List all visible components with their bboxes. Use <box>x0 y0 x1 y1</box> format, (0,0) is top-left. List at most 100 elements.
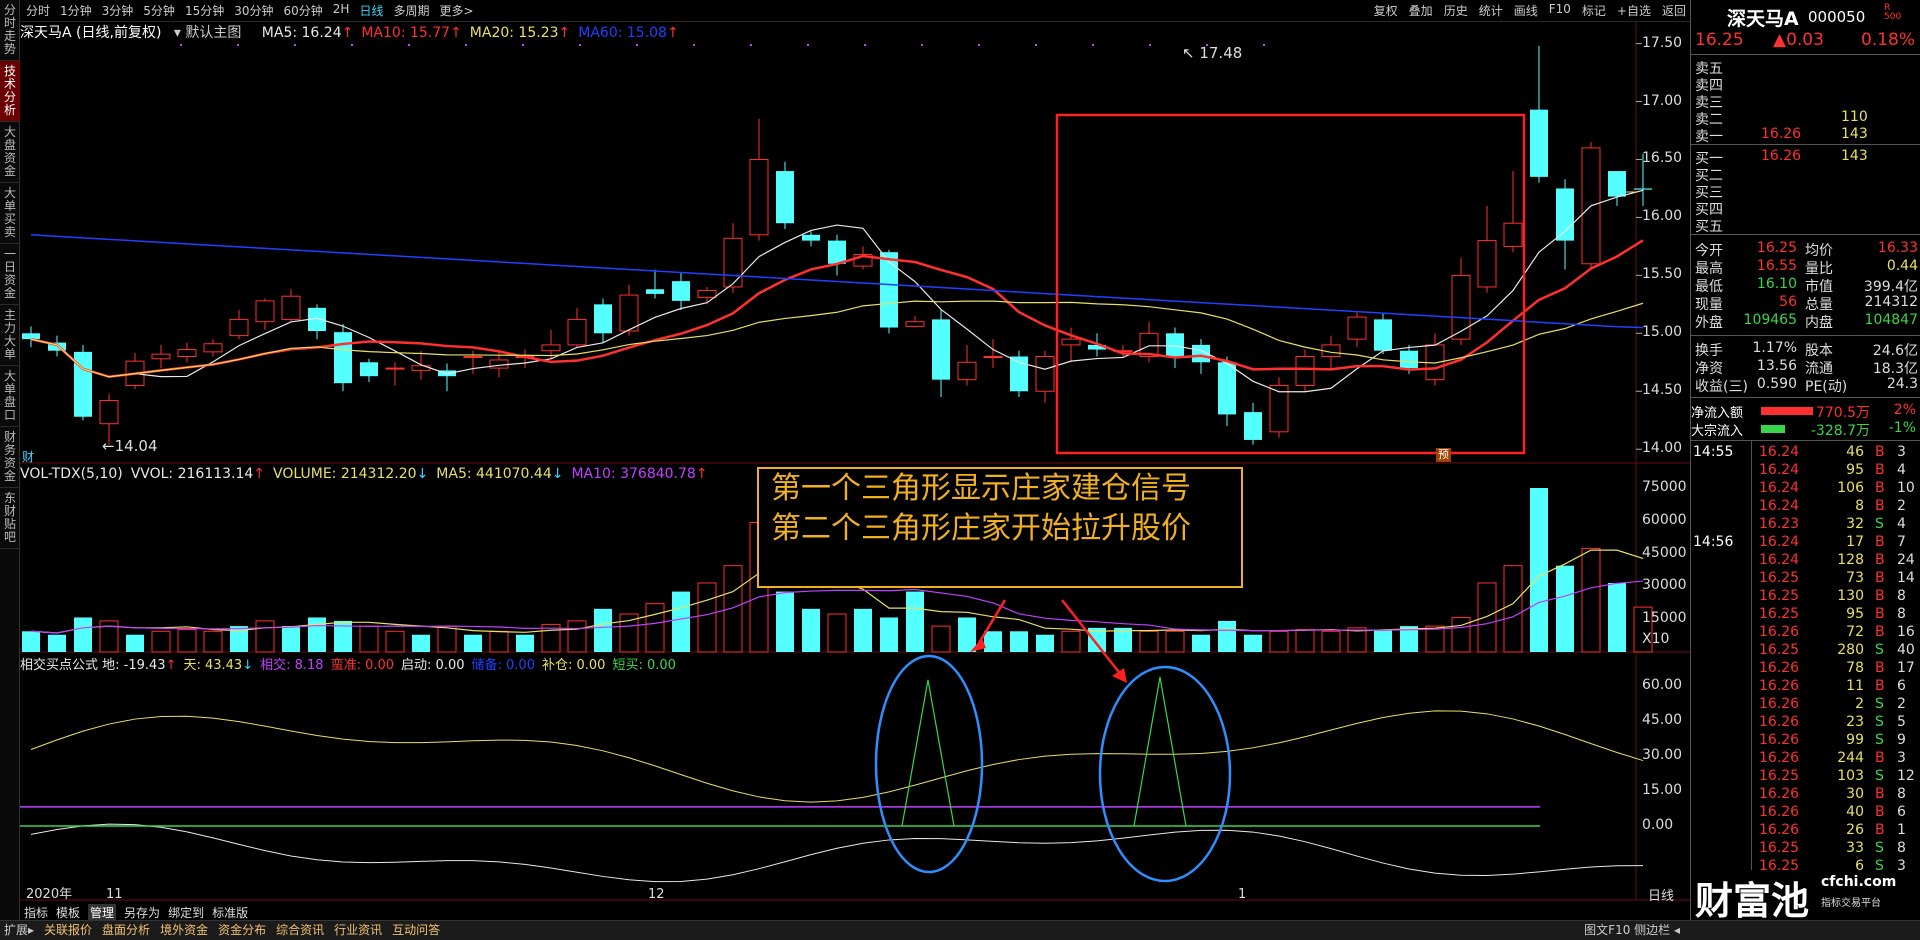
tick-price-21: 16.26 <box>1759 822 1800 838</box>
price-tick-label-7: 14.00 <box>1642 440 1683 457</box>
stat-l-2: 最低 <box>1695 279 1723 295</box>
flow-value-0: 770.5万 <box>1815 405 1870 421</box>
volume-bar <box>412 634 430 652</box>
status-tab-6[interactable]: 行业资讯 <box>334 921 382 940</box>
tick-price-0: 16.24 <box>1759 444 1800 460</box>
tick-bs-4: S <box>1875 516 1884 532</box>
tick-vol-13: 11 <box>1846 678 1864 694</box>
tick-price-11: 16.25 <box>1759 642 1800 658</box>
tick-bs-6: B <box>1875 552 1885 568</box>
candle-body <box>463 355 483 358</box>
stock-code: 000050 <box>1808 8 1866 26</box>
signal-dot <box>408 44 410 46</box>
separator <box>1691 397 1920 398</box>
signal-dot <box>636 44 638 46</box>
status-tab-5[interactable]: 综合资讯 <box>276 921 324 940</box>
candle-body <box>541 344 561 352</box>
volume-bar <box>1425 625 1445 653</box>
tick-vol-12: 78 <box>1846 660 1864 676</box>
status-tab-7[interactable]: 互动问答 <box>392 921 440 940</box>
stat2-l-1: 净资 <box>1695 361 1723 377</box>
tick-price-3: 16.24 <box>1759 498 1800 514</box>
ind-item-4: 启动: 0.00 <box>401 658 465 673</box>
tick-n-23: 3 <box>1897 858 1906 874</box>
stat-r-2: 市值 <box>1805 279 1833 295</box>
tick-bs-19: B <box>1875 786 1885 802</box>
volume-bar <box>802 608 820 652</box>
volume-bar <box>359 625 379 653</box>
candle-body <box>828 240 846 264</box>
tick-bs-7: B <box>1875 570 1885 586</box>
candle-body <box>1451 274 1471 340</box>
stat-rv-1: 0.44 <box>1886 258 1918 274</box>
candle-body <box>957 361 977 381</box>
tick-vol-4: 32 <box>1846 516 1864 532</box>
ind-tick-label-3: 15.00 <box>1642 782 1683 798</box>
candle-body <box>385 367 405 370</box>
price-pct: 0.18% <box>1861 30 1916 50</box>
flow-label-1: 大宗流入 <box>1691 424 1744 439</box>
volume-bar <box>177 629 197 653</box>
cai-marker[interactable]: 财 <box>22 448 34 466</box>
di-line <box>30 823 1644 883</box>
volume-bar <box>1503 565 1523 653</box>
vol-legend: VOL-TDX(5,10) VVOL: 216113.14↑ VOLUME: 214… <box>20 466 716 482</box>
tick-vol-5: 17 <box>1846 534 1864 550</box>
price-tick-label-3: 16.00 <box>1642 208 1683 225</box>
tick-time-1: 14:55 <box>1693 444 1734 460</box>
volume-bar <box>489 630 509 653</box>
candle-body <box>255 300 275 323</box>
volume-bar <box>1061 630 1081 653</box>
status-tab-4[interactable]: 资金分布 <box>218 921 266 940</box>
signal-triangle-2 <box>1133 676 1187 827</box>
volume-bar <box>1530 488 1548 652</box>
candle-body <box>983 355 1003 358</box>
volume-bar <box>1036 634 1054 652</box>
signal-dots <box>180 44 1265 46</box>
status-tab-3[interactable]: 境外资金 <box>160 921 208 940</box>
candle-body <box>177 349 197 357</box>
high-value: 17.48 <box>1199 44 1243 62</box>
tick-n-7: 14 <box>1897 570 1915 586</box>
volume-bar <box>1374 629 1392 652</box>
status-tab-0[interactable]: 扩展▸ <box>4 921 34 940</box>
volume-bar <box>1192 634 1210 652</box>
stat-l-0: 今开 <box>1695 243 1723 259</box>
volume-bar <box>567 620 587 653</box>
tick-bs-5: B <box>1875 534 1885 550</box>
stat2-l-2: 收益(三) <box>1695 379 1748 395</box>
tick-vol-21: 26 <box>1846 822 1864 838</box>
x-jan: 1 <box>1238 887 1247 902</box>
tick-bs-20: B <box>1875 804 1885 820</box>
price-change: ▲0.03 <box>1773 30 1824 50</box>
tick-n-16: 9 <box>1897 732 1906 748</box>
tick-vol-2: 106 <box>1837 480 1864 496</box>
signal-dot <box>180 44 182 46</box>
candle-body <box>99 400 119 425</box>
tick-vol-22: 33 <box>1846 840 1864 856</box>
signal-dot <box>750 44 752 46</box>
circle-2 <box>1098 665 1232 883</box>
ind-item-0: 相交买点公式 地: -19.43 <box>20 658 166 673</box>
volume-bar <box>1608 582 1626 652</box>
tick-bs-9: B <box>1875 606 1885 622</box>
ask-vol-3: 110 <box>1841 109 1868 125</box>
volume-bar <box>1165 630 1185 653</box>
tick-divider <box>1751 440 1752 870</box>
yu-marker[interactable]: 预 <box>1436 448 1451 462</box>
volume-bar <box>1114 627 1132 652</box>
vol-item-4: MA10: 376840.78 <box>571 466 696 482</box>
status-tab-1[interactable]: 关联报价 <box>44 921 92 940</box>
vol-item-2: VOLUME: 214312.20 <box>273 466 417 482</box>
tick-price-12: 16.26 <box>1759 660 1800 676</box>
status-tab-2[interactable]: 盘面分析 <box>102 921 150 940</box>
high-label: ↖ 17.48 <box>1182 44 1243 62</box>
tick-n-10: 16 <box>1897 624 1915 640</box>
tick-n-22: 8 <box>1897 840 1906 856</box>
candle-body <box>672 281 690 301</box>
signal-dot <box>693 44 695 46</box>
ind-arrow-1: ↓ <box>242 658 254 673</box>
stat2-lv-0: 1.17% <box>1752 340 1797 356</box>
tick-bs-0: B <box>1875 444 1885 460</box>
flow-bar-0 <box>1761 407 1813 415</box>
